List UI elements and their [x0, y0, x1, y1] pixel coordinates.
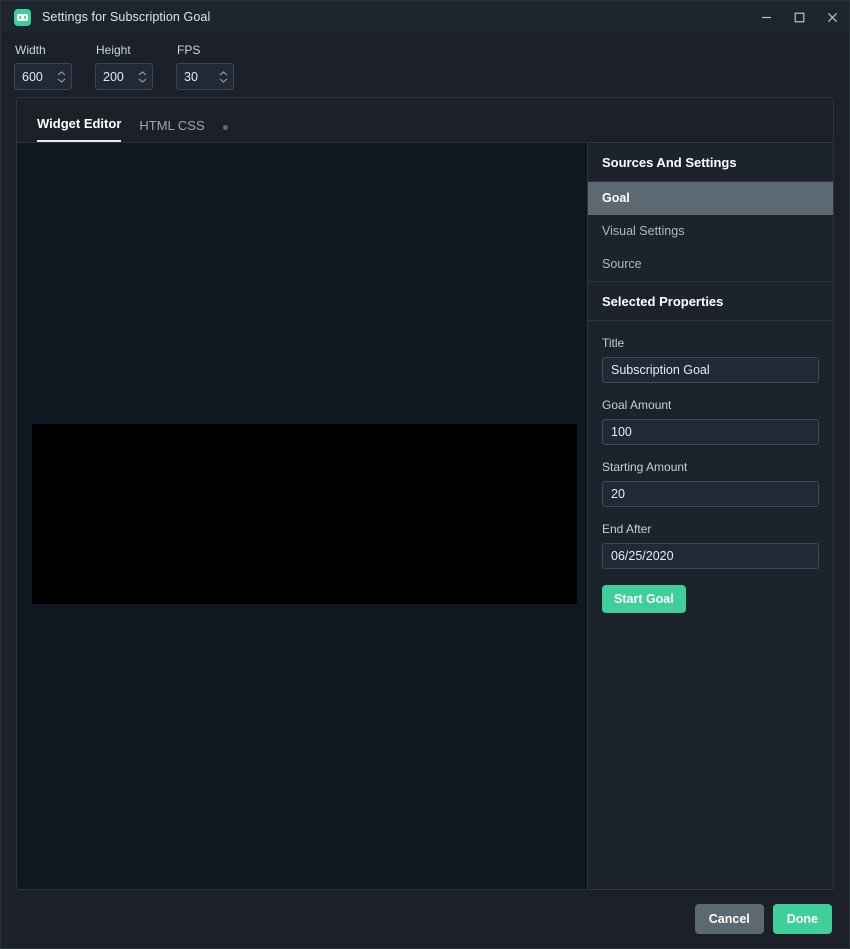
height-group: Height 200 [95, 43, 153, 90]
end-after-input[interactable]: 06/25/2020 [602, 543, 819, 569]
start-goal-button[interactable]: Start Goal [602, 585, 686, 613]
maximize-icon[interactable] [783, 1, 816, 34]
widget-preview-canvas[interactable] [32, 424, 577, 604]
width-group: Width 600 [14, 43, 72, 90]
fps-value: 30 [184, 69, 198, 84]
height-stepper[interactable] [137, 70, 148, 83]
window-title: Settings for Subscription Goal [42, 10, 211, 24]
editor-card: Widget Editor HTML CSS Sources And Setti… [16, 97, 834, 890]
sources-and-settings-heading: Sources And Settings [588, 143, 833, 182]
sidebar-item-source[interactable]: Source [588, 248, 833, 281]
fps-group: FPS 30 [176, 43, 234, 90]
goal-amount-label: Goal Amount [602, 398, 672, 412]
goal-amount-value: 100 [611, 425, 632, 439]
width-stepper[interactable] [56, 70, 67, 83]
selected-properties-heading: Selected Properties [588, 282, 833, 321]
fps-input[interactable]: 30 [176, 63, 234, 90]
height-label: Height [96, 43, 131, 57]
end-after-value: 06/25/2020 [611, 549, 674, 563]
cancel-button[interactable]: Cancel [694, 904, 764, 934]
done-button[interactable]: Done [772, 904, 832, 934]
dialog-footer: Cancel Done [1, 890, 849, 948]
close-icon[interactable] [816, 1, 849, 34]
tab-bar: Widget Editor HTML CSS [17, 98, 833, 143]
tab-status-dot-icon [222, 125, 228, 130]
height-value: 200 [103, 69, 124, 84]
title-input[interactable]: Subscription Goal [602, 357, 819, 383]
tab-widget-editor[interactable]: Widget Editor [37, 116, 122, 142]
fps-stepper[interactable] [218, 70, 229, 83]
width-value: 600 [22, 69, 43, 84]
window-controls [750, 1, 849, 34]
tab-html-css[interactable]: HTML CSS [139, 118, 204, 142]
width-input[interactable]: 600 [14, 63, 72, 90]
starting-amount-input[interactable]: 20 [602, 481, 819, 507]
settings-panel: Sources And Settings Goal Visual Setting… [588, 143, 833, 889]
settings-nav-list: Goal Visual Settings Source [588, 182, 833, 282]
card-body: Sources And Settings Goal Visual Setting… [17, 143, 833, 889]
goal-amount-input[interactable]: 100 [602, 419, 819, 445]
sidebar-item-visual-settings[interactable]: Visual Settings [588, 215, 833, 248]
starting-amount-value: 20 [611, 487, 625, 501]
title-field-group: Title Subscription Goal [602, 336, 819, 383]
end-after-label: End After [602, 522, 652, 536]
starting-amount-field-group: Starting Amount 20 [602, 460, 819, 507]
widget-preview-pane[interactable] [17, 143, 588, 889]
title-label: Title [602, 336, 625, 350]
goal-amount-field-group: Goal Amount 100 [602, 398, 819, 445]
width-label: Width [15, 43, 46, 57]
settings-window: Settings for Subscription Goal Width 600 [0, 0, 850, 949]
bot-icon [14, 8, 31, 26]
starting-amount-label: Starting Amount [602, 460, 688, 474]
end-after-field-group: End After 06/25/2020 [602, 522, 819, 569]
minimize-icon[interactable] [750, 1, 783, 34]
dimensions-toolbar: Width 600 Height 200 FPS 30 [1, 34, 849, 97]
height-input[interactable]: 200 [95, 63, 153, 90]
fps-label: FPS [177, 43, 201, 57]
title-value: Subscription Goal [611, 363, 710, 377]
title-bar: Settings for Subscription Goal [1, 1, 849, 34]
properties-form: Title Subscription Goal Goal Amount 100 … [588, 321, 833, 613]
sidebar-item-goal[interactable]: Goal [588, 182, 833, 215]
